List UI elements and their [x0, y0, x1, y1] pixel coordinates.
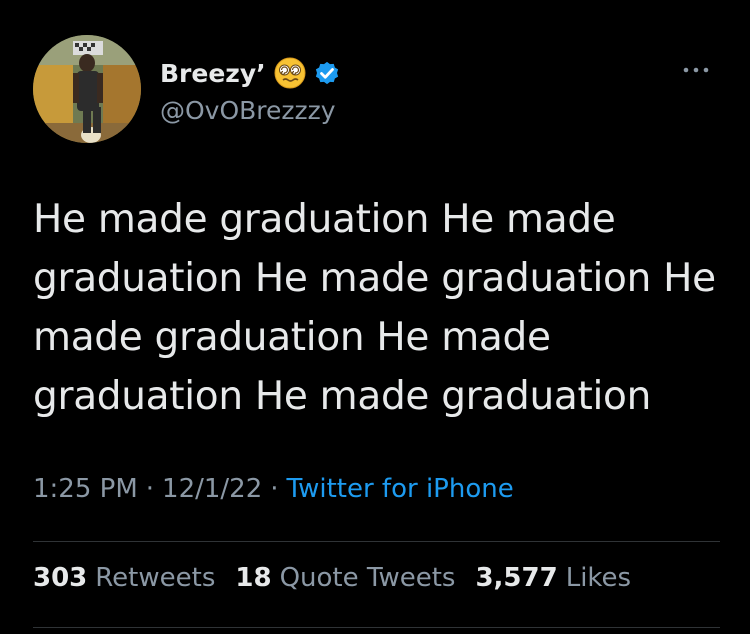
- quote-tweets-stat[interactable]: 18 Quote Tweets: [235, 563, 455, 593]
- meta-separator: ·: [270, 474, 279, 504]
- tweet-date[interactable]: 12/1/22: [162, 474, 262, 504]
- tweet-card: Breezy’ @OvOBrezzzy He made graduation H…: [0, 0, 750, 634]
- avatar-image: [33, 35, 141, 143]
- verified-badge-icon: [315, 61, 338, 85]
- more-dots-icon[interactable]: [678, 60, 714, 80]
- quote-tweets-count: 18: [235, 563, 272, 593]
- tweet-metadata: 1:25 PM · 12/1/22 · Twitter for iPhone: [33, 474, 514, 504]
- meta-separator: ·: [145, 474, 155, 504]
- tweet-text: He made graduation He made graduation He…: [33, 197, 716, 419]
- divider: [33, 627, 720, 628]
- avatar[interactable]: [33, 35, 141, 143]
- tweet-stats: 303 Retweets 18 Quote Tweets 3,577 Likes: [33, 563, 651, 593]
- author-name-row: Breezy’: [160, 56, 342, 90]
- retweets-stat[interactable]: 303 Retweets: [33, 563, 215, 593]
- quote-tweets-label: Quote Tweets: [279, 563, 456, 593]
- retweets-label: Retweets: [95, 563, 216, 593]
- likes-stat[interactable]: 3,577 Likes: [475, 563, 631, 593]
- woozy-face-emoji-icon: [274, 57, 306, 89]
- divider: [33, 541, 720, 542]
- tweet-source-link[interactable]: Twitter for iPhone: [287, 474, 514, 504]
- display-name[interactable]: Breezy’: [160, 59, 266, 88]
- retweets-count: 303: [33, 563, 88, 593]
- likes-label: Likes: [565, 563, 632, 593]
- tweet-time[interactable]: 1:25 PM: [33, 474, 138, 504]
- likes-count: 3,577: [475, 563, 558, 593]
- author-handle[interactable]: @OvOBrezzzy: [160, 96, 336, 125]
